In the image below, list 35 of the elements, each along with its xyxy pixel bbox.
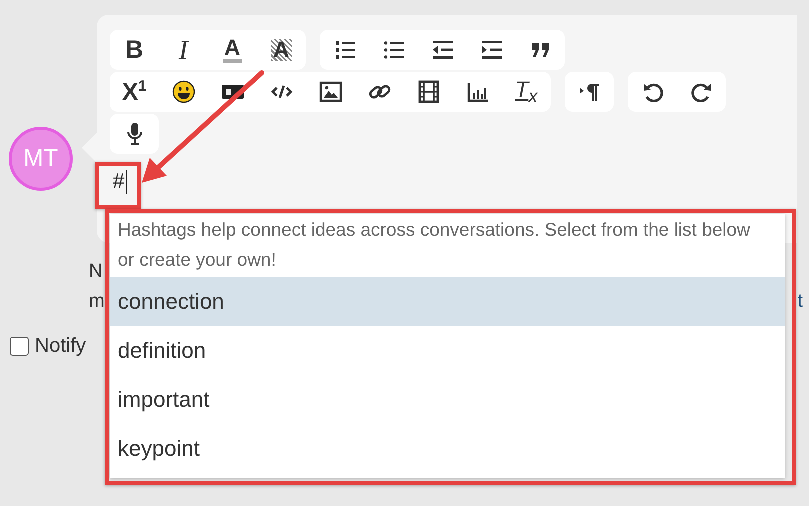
code-icon (270, 86, 292, 98)
image-icon (319, 82, 342, 102)
outdent-icon (432, 41, 452, 59)
font-color-button[interactable]: A (208, 30, 257, 70)
paragraph-button[interactable] (565, 72, 614, 112)
paragraph-icon (580, 84, 598, 101)
numbered-list-icon (336, 41, 354, 59)
bold-button[interactable]: B (110, 30, 159, 70)
microphone-icon (127, 123, 142, 145)
hint-text: Hashtags help connect ideas across conversations. Select from the list below or create your own! (117, 218, 752, 272)
notify-label: Notify (35, 335, 86, 358)
link-icon (368, 84, 392, 100)
superscript-button[interactable]: X$^{1}$ (110, 72, 159, 112)
partial-text: N (89, 261, 103, 282)
quote-icon (532, 43, 548, 57)
indent-icon (482, 41, 502, 59)
hashtag-option[interactable]: definition (110, 326, 785, 375)
notify-checkbox[interactable] (10, 337, 29, 356)
bullet-list-icon (384, 42, 404, 59)
hashtag-option[interactable]: connection (110, 277, 785, 326)
redo-icon (691, 84, 710, 102)
smiley-icon (172, 80, 195, 104)
user-avatar: MT (9, 127, 73, 191)
italic-button[interactable]: I (159, 30, 208, 70)
film-icon (418, 80, 439, 104)
undo-icon (644, 84, 663, 102)
text-cursor (126, 170, 128, 194)
microphone-button[interactable] (110, 114, 159, 154)
hashtag-option[interactable]: keypoint (110, 424, 785, 473)
hashtag-option[interactable]: important (110, 375, 785, 424)
partial-text: m (89, 290, 105, 314)
clear-format-button[interactable]: T$_{x}$ (502, 72, 551, 112)
message-input[interactable]: # (111, 162, 141, 202)
bar-chart-icon (467, 83, 488, 102)
partial-link[interactable]: t (798, 287, 803, 317)
